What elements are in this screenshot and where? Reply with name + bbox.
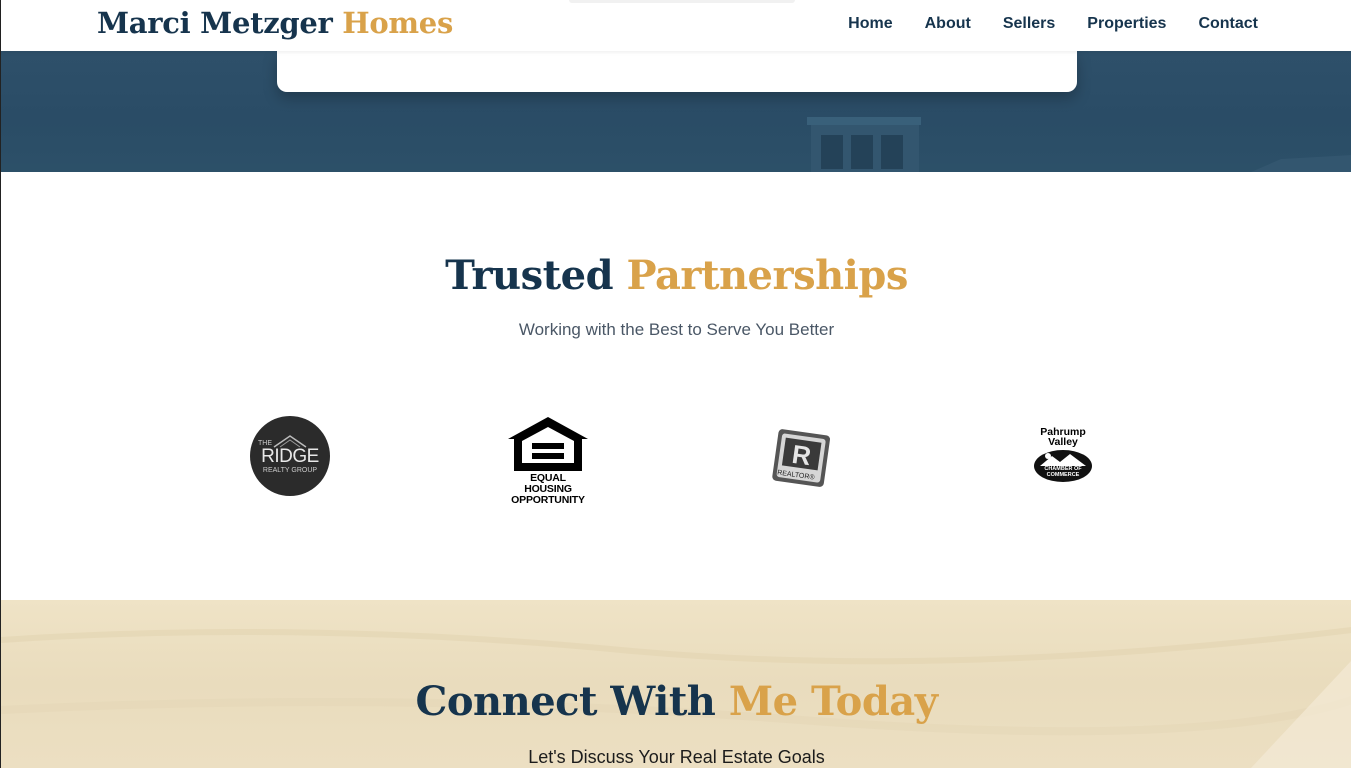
equal-housing-logo: EQUAL HOUSING OPPORTUNITY xyxy=(506,415,590,506)
partners-heading-part2: Partnerships xyxy=(626,252,909,299)
connect-heading-part2: Me Today xyxy=(728,678,938,725)
eho-line2: OPPORTUNITY xyxy=(511,494,585,506)
brand-name: Marci Metzger xyxy=(97,6,333,40)
nav-sellers[interactable]: Sellers xyxy=(1003,15,1055,33)
partners-subtitle: Working with the Best to Serve You Bette… xyxy=(518,320,835,339)
connect-subtitle: Let's Discuss Your Real Estate Goals xyxy=(528,747,825,767)
pahrump-line3: CHAMBER OF COMMERCE xyxy=(1044,466,1082,478)
nav-properties[interactable]: Properties xyxy=(1087,15,1166,33)
eho-line1: EQUAL HOUSING xyxy=(524,472,572,495)
ridge-main: RIDGE xyxy=(261,446,319,467)
site-logo[interactable]: Marci Metzger Homes xyxy=(97,6,453,40)
building-silhouette xyxy=(807,117,921,172)
nav-home[interactable]: Home xyxy=(848,15,892,33)
ridge-subtext: REALTY GROUP xyxy=(262,467,318,474)
ridge-realty-logo: THE RIDGE REALTY GROUP xyxy=(250,416,330,496)
realtor-badge-icon: R xyxy=(772,429,830,487)
connect-heading-part1: Connect With xyxy=(415,678,716,725)
top-tab-decoration xyxy=(569,0,795,3)
nav-contact[interactable]: Contact xyxy=(1198,15,1258,33)
roof-silhouette xyxy=(1251,155,1351,172)
pahrump-chamber-logo: Pahrump Valley CHAMBER OF COMMERCE xyxy=(1029,424,1097,488)
connect-heading: Connect With Me Today xyxy=(1,678,1351,725)
site-header: Marci Metzger Homes Home About Sellers P… xyxy=(1,0,1351,51)
partners-heading-part1: Trusted xyxy=(445,252,614,299)
partners-heading: Trusted Partnerships xyxy=(1,252,1351,299)
house-icon xyxy=(508,417,588,471)
brand-homes: Homes xyxy=(342,6,453,40)
hero-card xyxy=(277,51,1077,92)
nav-about[interactable]: About xyxy=(925,15,971,33)
realtor-logo: R REALTOR® xyxy=(769,428,833,490)
pahrump-line2: Valley xyxy=(1048,436,1078,448)
main-nav: Home About Sellers Properties Contact xyxy=(848,15,1258,33)
